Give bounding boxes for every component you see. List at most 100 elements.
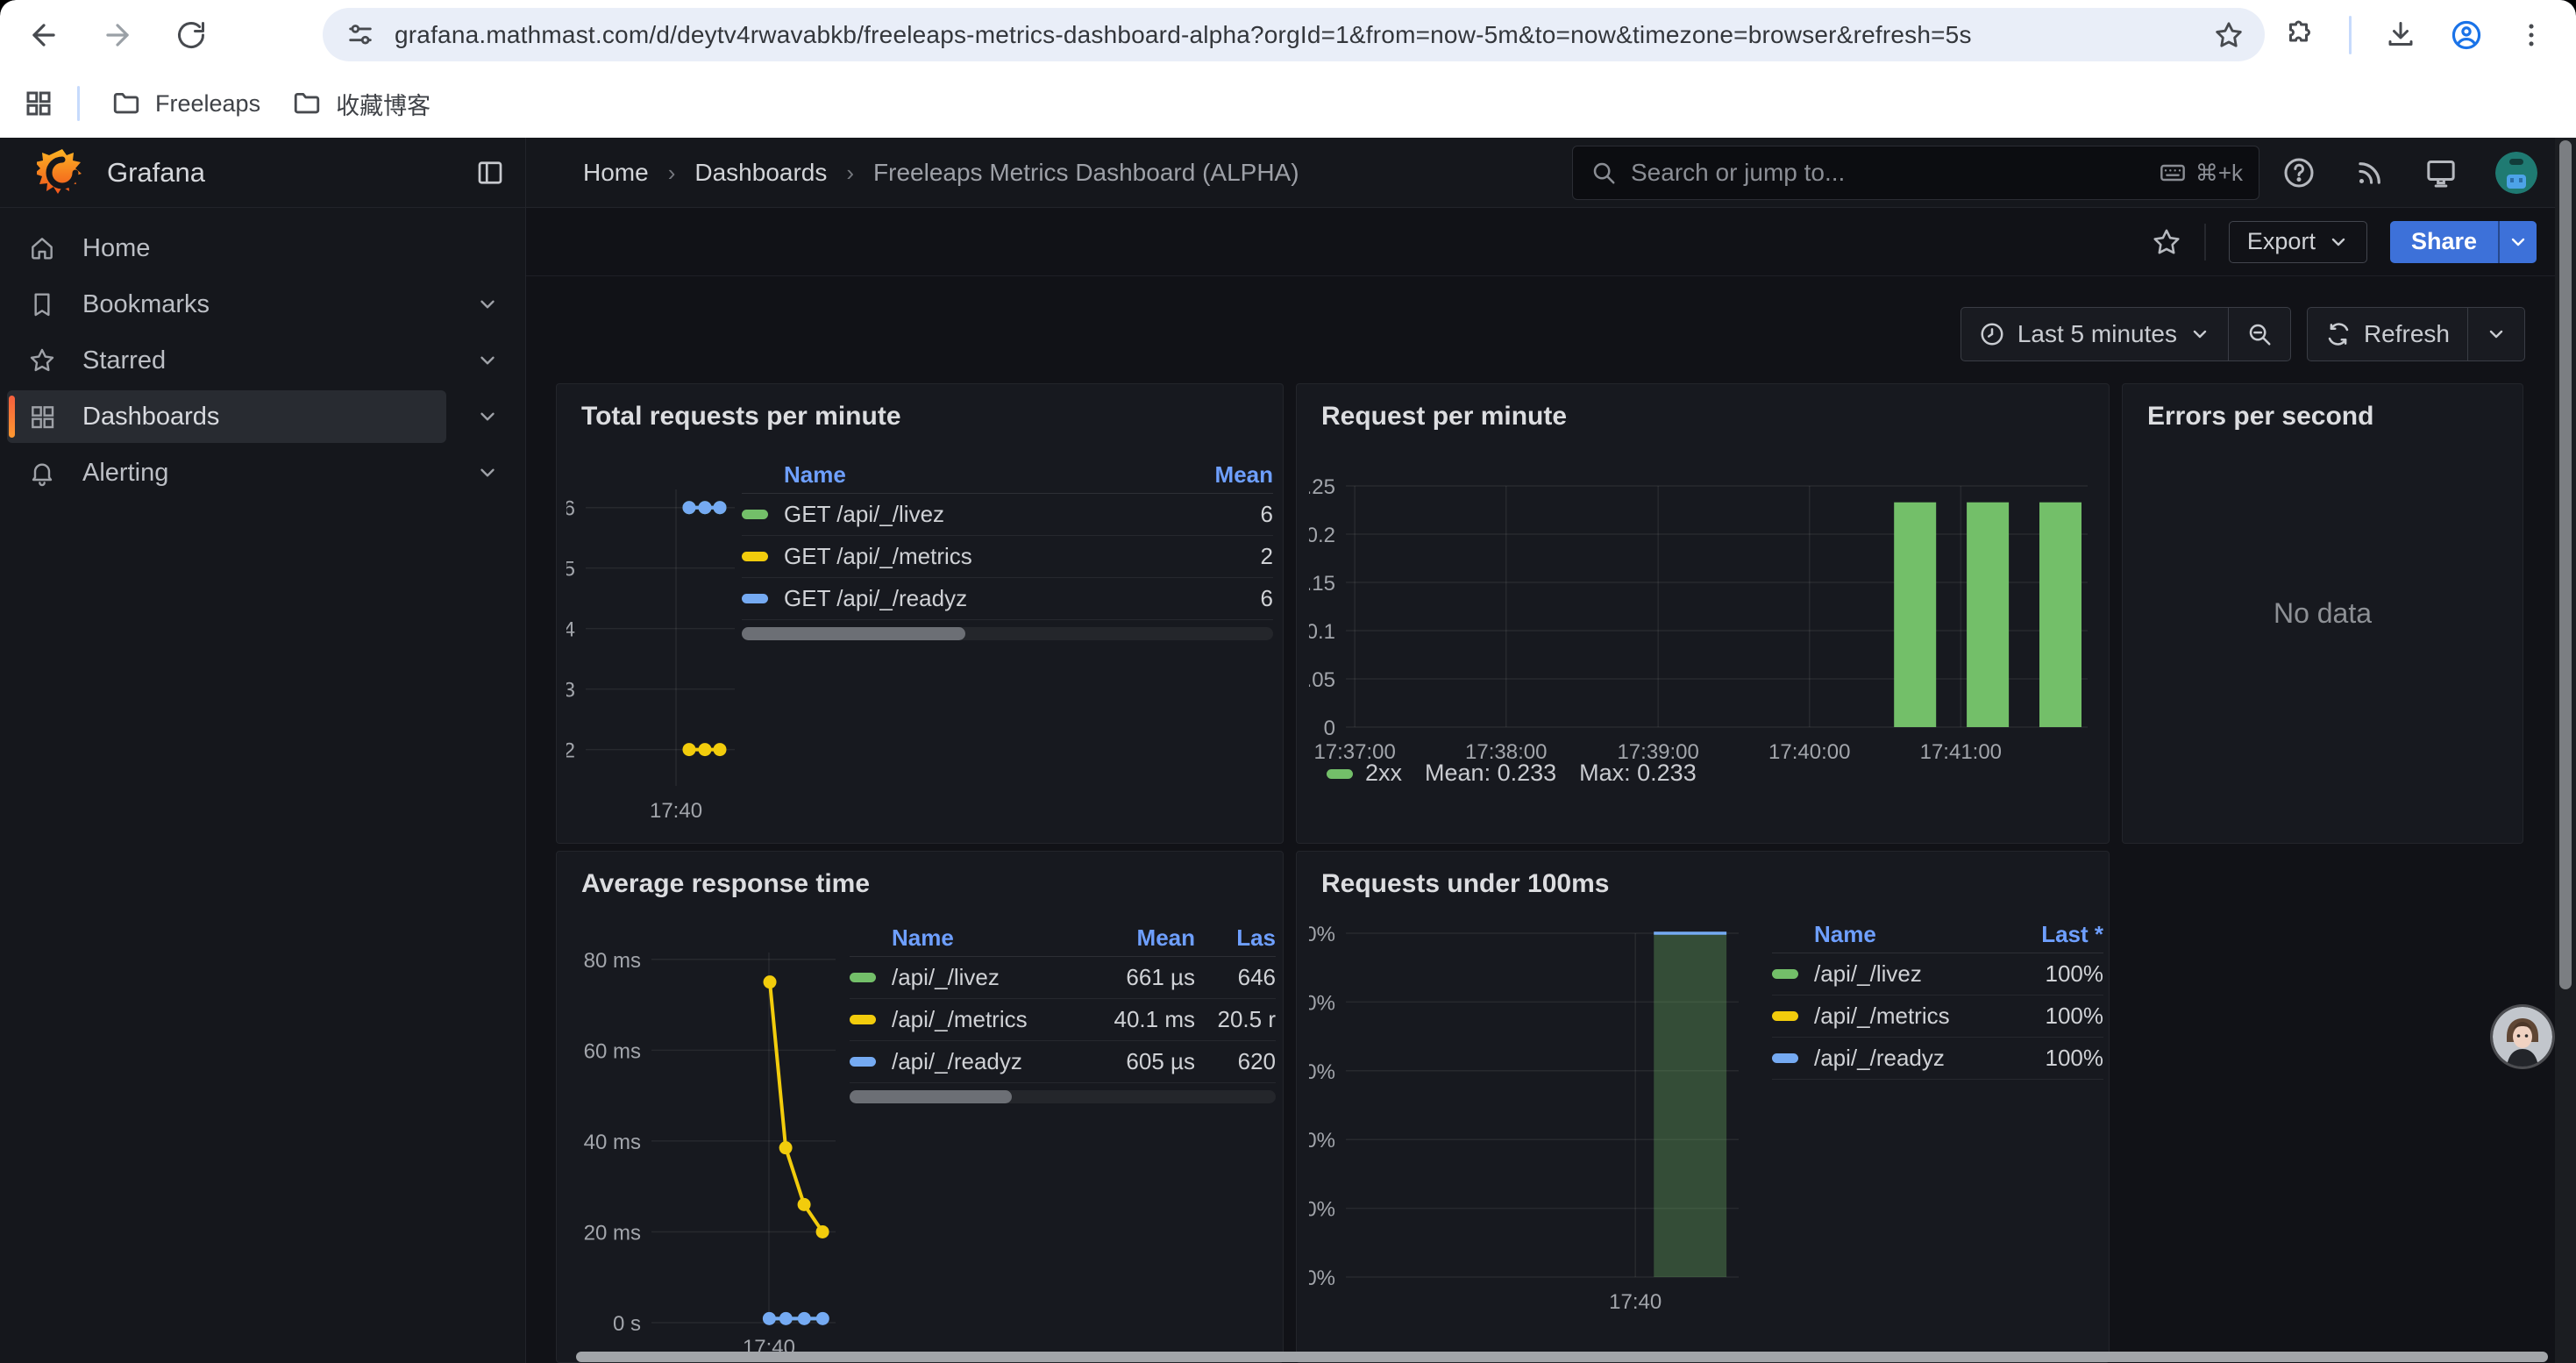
url-text[interactable]: grafana.mathmast.com/d/deytv4rwavabkb/fr… bbox=[395, 21, 2214, 49]
legend-col-mean[interactable]: Mean bbox=[1159, 461, 1273, 489]
svg-text:0.1: 0.1 bbox=[1309, 620, 1335, 644]
legend-row[interactable]: GET /api/_/livez 6 bbox=[742, 494, 1273, 536]
series-swatch bbox=[850, 1057, 876, 1067]
page-scrollbar-thumb[interactable] bbox=[2559, 140, 2572, 989]
bar-chart[interactable]: 00.050.10.150.20.2517:37:0017:38:0017:39… bbox=[1309, 438, 2098, 789]
search-placeholder: Search or jump to... bbox=[1631, 159, 2159, 187]
panel-request-per-minute: Request per minute 00.050.10.150.20.2517… bbox=[1296, 383, 2110, 844]
export-button[interactable]: Export bbox=[2229, 221, 2367, 263]
news-rss-icon[interactable] bbox=[2353, 156, 2387, 189]
chevron-down-icon[interactable] bbox=[476, 405, 499, 428]
svg-text:0.25: 0.25 bbox=[1309, 475, 1335, 499]
star-icon bbox=[28, 346, 56, 375]
panel-title[interactable]: Average response time bbox=[581, 869, 870, 899]
series-swatch bbox=[1327, 769, 1353, 779]
legend-row[interactable]: /api/_/livez 100% bbox=[1772, 953, 2103, 995]
search-input[interactable]: Search or jump to... ⌘+k bbox=[1572, 146, 2259, 200]
horizontal-scrollbar-thumb[interactable] bbox=[576, 1352, 2548, 1362]
browser-toolbar: grafana.mathmast.com/d/deytv4rwavabkb/fr… bbox=[0, 0, 2576, 69]
legend-row[interactable]: GET /api/_/metrics 2 bbox=[742, 536, 1273, 578]
series-swatch bbox=[1772, 1011, 1798, 1021]
profile-icon[interactable] bbox=[2450, 18, 2483, 52]
zoom-out-button[interactable] bbox=[2228, 308, 2290, 360]
line-chart[interactable]: 80 ms60 ms40 ms20 ms0 s17:40 bbox=[566, 944, 847, 1352]
menu-kebab-icon[interactable] bbox=[2516, 20, 2546, 50]
browser-window: grafana.mathmast.com/d/deytv4rwavabkb/fr… bbox=[0, 0, 2576, 1363]
legend-row[interactable]: /api/_/metrics 100% bbox=[1772, 995, 2103, 1038]
panel-title[interactable]: Total requests per minute bbox=[581, 402, 901, 432]
panel-title[interactable]: Request per minute bbox=[1321, 402, 1567, 432]
svg-text:2: 2 bbox=[566, 739, 575, 763]
area-chart[interactable]: 0%20%40%60%80%100%17:40 bbox=[1309, 909, 1765, 1347]
sidebar-item-label: Alerting bbox=[82, 459, 168, 488]
sidebar-toggle-icon[interactable] bbox=[474, 157, 506, 189]
sidebar-item-dashboards[interactable]: Dashboards bbox=[7, 389, 518, 445]
reload-icon[interactable] bbox=[172, 16, 210, 54]
svg-text:20 ms: 20 ms bbox=[584, 1221, 641, 1245]
chevron-down-icon[interactable] bbox=[476, 293, 499, 316]
sidebar-item-bookmarks[interactable]: Bookmarks bbox=[7, 276, 518, 332]
svg-text:80 ms: 80 ms bbox=[584, 949, 641, 973]
svg-text:17:40: 17:40 bbox=[1609, 1290, 1662, 1314]
legend-row[interactable]: /api/_/readyz 100% bbox=[1772, 1038, 2103, 1080]
bookmark-icon bbox=[28, 290, 56, 318]
refresh-interval-caret[interactable] bbox=[2467, 308, 2524, 360]
chevron-down-icon[interactable] bbox=[476, 349, 499, 372]
grafana-logo-icon[interactable] bbox=[37, 147, 88, 198]
sidebar-item-alerting[interactable]: Alerting bbox=[7, 445, 518, 501]
help-icon[interactable] bbox=[2281, 155, 2316, 190]
forward-icon[interactable] bbox=[98, 16, 137, 54]
share-button[interactable]: Share bbox=[2390, 221, 2498, 263]
tv-kiosk-icon[interactable] bbox=[2423, 155, 2459, 190]
legend-row[interactable]: /api/_/readyz 605 µs 620 bbox=[850, 1041, 1276, 1083]
legend-row[interactable]: GET /api/_/readyz 6 bbox=[742, 578, 1273, 620]
apps-grid-icon[interactable] bbox=[23, 88, 54, 119]
svg-text:80%: 80% bbox=[1309, 991, 1335, 1015]
svg-text:17:40:00: 17:40:00 bbox=[1768, 740, 1850, 764]
panel-title[interactable]: Requests under 100ms bbox=[1321, 869, 1609, 899]
bookmark-folder-blogs[interactable]: 收藏博客 bbox=[292, 87, 431, 121]
legend-col-last[interactable]: Last * bbox=[2007, 921, 2103, 948]
favorite-star-icon[interactable] bbox=[2152, 227, 2181, 257]
bookmark-folder-label: Freeleaps bbox=[155, 90, 260, 118]
series-swatch bbox=[850, 973, 876, 982]
legend-row[interactable]: /api/_/metrics 40.1 ms 20.5 r bbox=[850, 999, 1276, 1041]
legend-scrollbar[interactable] bbox=[742, 627, 1273, 640]
bookmark-folder-freeleaps[interactable]: Freeleaps bbox=[111, 89, 260, 118]
assistant-avatar[interactable] bbox=[2493, 1007, 2552, 1067]
legend-col-last[interactable]: Las bbox=[1195, 924, 1276, 952]
legend-col-name[interactable]: Name bbox=[1772, 921, 2007, 948]
sidebar-item-starred[interactable]: Starred bbox=[7, 332, 518, 389]
toolbar-divider bbox=[2349, 16, 2352, 54]
legend-header: Name Last * bbox=[1772, 917, 2103, 953]
share-caret-button[interactable] bbox=[2498, 221, 2537, 263]
svg-text:3: 3 bbox=[566, 679, 575, 703]
url-bar[interactable]: grafana.mathmast.com/d/deytv4rwavabkb/fr… bbox=[323, 8, 2265, 61]
refresh-group: Refresh bbox=[2307, 307, 2525, 361]
time-controls: Last 5 minutes Refresh bbox=[1960, 307, 2525, 361]
dashboard-toolbar: Export Share bbox=[526, 208, 2576, 276]
downloads-icon[interactable] bbox=[2385, 19, 2416, 51]
legend-col-mean[interactable]: Mean bbox=[1072, 924, 1195, 952]
bookmark-star-icon[interactable] bbox=[2214, 20, 2244, 50]
legend-scrollbar[interactable] bbox=[850, 1090, 1276, 1103]
user-avatar[interactable] bbox=[2495, 152, 2537, 194]
sidebar-item-home[interactable]: Home bbox=[7, 220, 518, 276]
legend-row[interactable]: /api/_/livez 661 µs 646 bbox=[850, 957, 1276, 999]
breadcrumb-home[interactable]: Home bbox=[583, 159, 649, 187]
legend-col-name[interactable]: Name bbox=[850, 924, 1072, 952]
svg-text:60 ms: 60 ms bbox=[584, 1039, 641, 1063]
header-icons bbox=[2281, 138, 2537, 208]
site-settings-icon[interactable] bbox=[345, 20, 375, 50]
chevron-down-icon[interactable] bbox=[476, 461, 499, 484]
extensions-icon[interactable] bbox=[2284, 19, 2316, 51]
legend-col-name[interactable]: Name bbox=[742, 461, 1159, 489]
breadcrumb-dashboards[interactable]: Dashboards bbox=[694, 159, 827, 187]
bar-legend[interactable]: 2xx Mean: 0.233 Max: 0.233 bbox=[1327, 760, 1697, 787]
back-icon[interactable] bbox=[25, 16, 63, 54]
time-range-picker[interactable]: Last 5 minutes bbox=[1961, 308, 2228, 360]
refresh-button[interactable]: Refresh bbox=[2308, 308, 2467, 360]
legend-table: Name Last * /api/_/livez 100% /api/_/met… bbox=[1772, 917, 2103, 1080]
line-chart[interactable]: 6543217:40 bbox=[566, 479, 746, 830]
dashboard-canvas: Last 5 minutes Refresh Total requests pe bbox=[526, 276, 2576, 1363]
